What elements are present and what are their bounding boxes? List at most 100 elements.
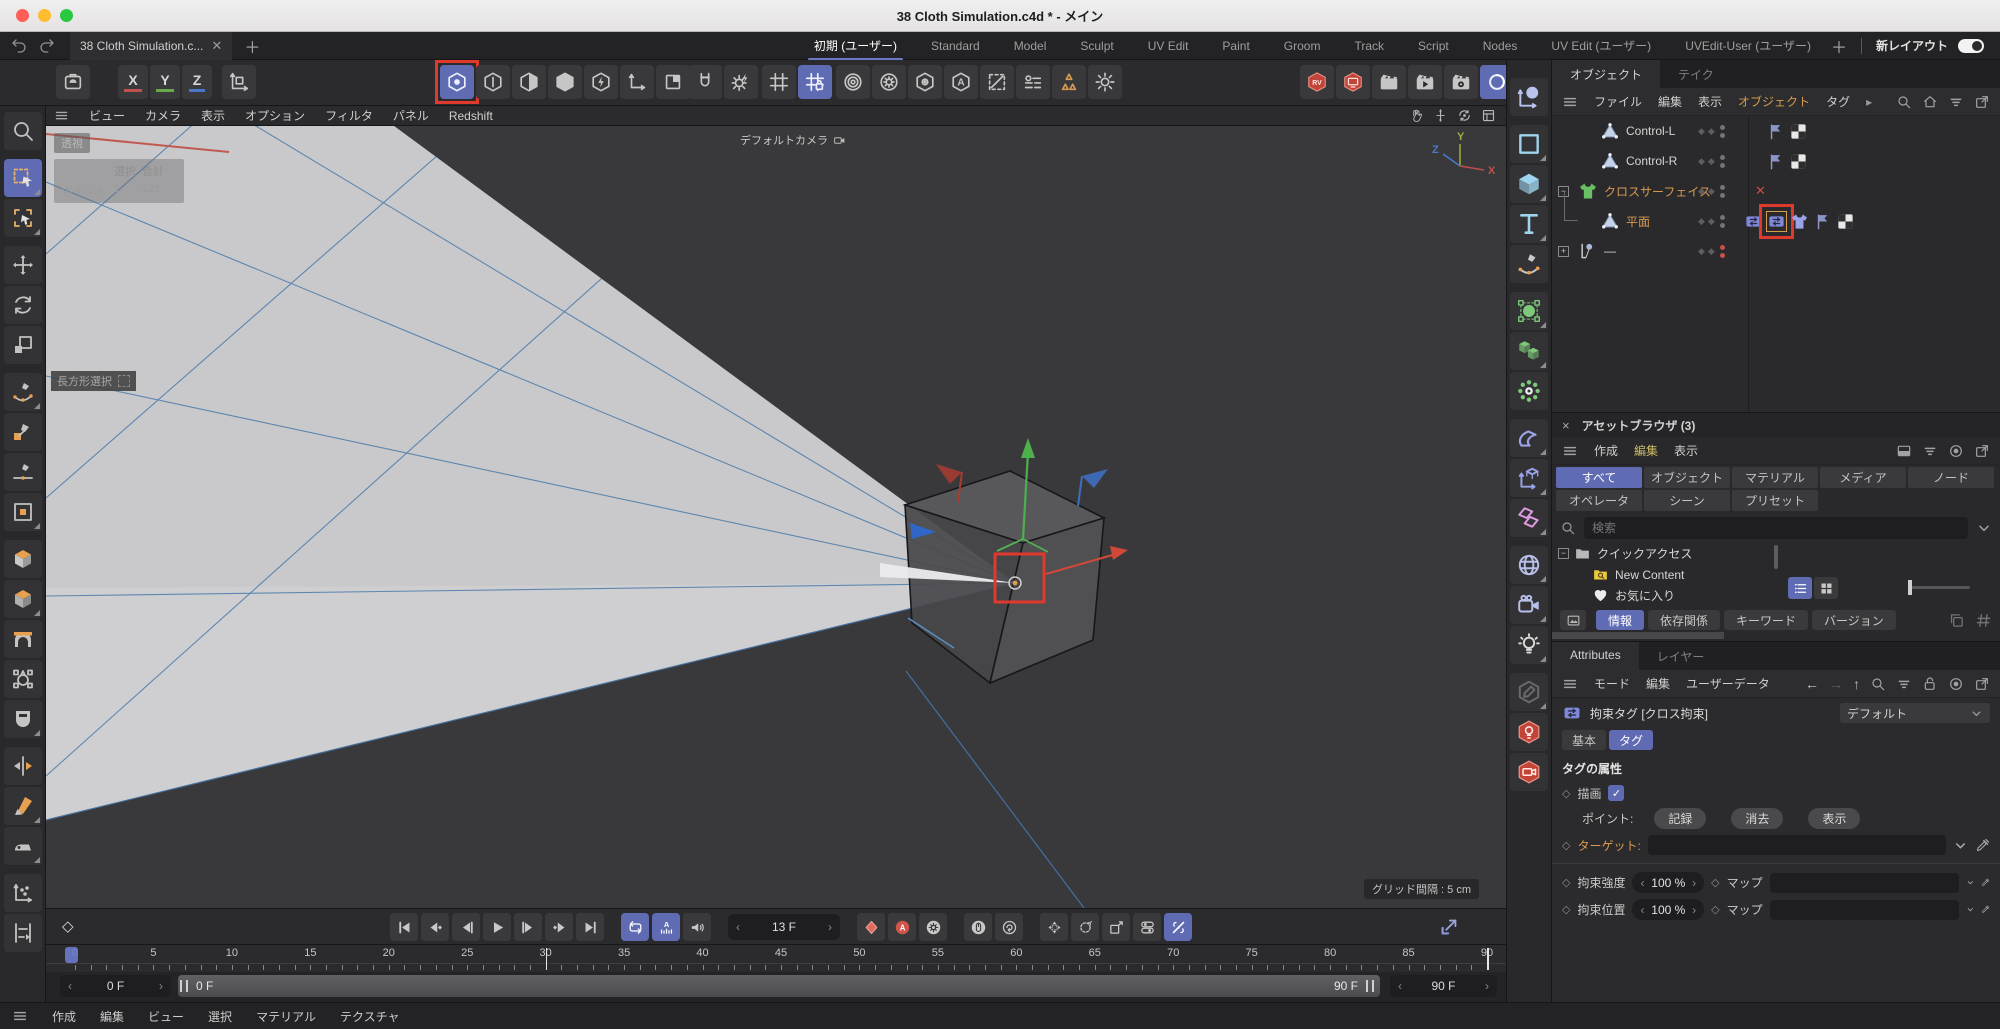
filter-tab-シーン[interactable]: シーン [1644, 490, 1730, 511]
visibility-dots[interactable]: ◆◆ [1698, 185, 1725, 198]
object-row-1[interactable]: Control-L◆◆ [1552, 116, 2000, 146]
om-menu-objects[interactable]: オブジェクト [1738, 93, 1810, 110]
show-points-button[interactable]: 表示 [1808, 808, 1860, 829]
filter-icon[interactable] [1948, 94, 1964, 110]
expander-icon[interactable]: − [1558, 548, 1569, 559]
previous-frame-button[interactable] [452, 913, 480, 941]
minimize-window-button[interactable] [38, 9, 51, 22]
add-light[interactable] [1510, 626, 1548, 664]
visibility-dots[interactable]: ◆◆ [1698, 245, 1725, 258]
thumbnail-size-slider[interactable] [1908, 586, 1970, 589]
filter-tab-オブジェクト[interactable]: オブジェクト [1644, 467, 1730, 488]
eyedropper-icon[interactable] [1981, 902, 1990, 917]
play-button[interactable] [483, 913, 511, 941]
menu-camera[interactable]: カメラ [145, 107, 181, 124]
add-sky[interactable] [1510, 546, 1548, 584]
scrollbar[interactable] [1774, 545, 1778, 569]
filter-tab-ノード[interactable]: ノード [1908, 467, 1994, 488]
chevron-down-icon[interactable] [1966, 902, 1975, 917]
polygons-mode[interactable] [512, 65, 546, 99]
visibility-dots[interactable]: ◆◆ [1698, 125, 1725, 138]
add-scene-nodes[interactable] [1510, 459, 1548, 497]
hash-icon[interactable] [1975, 612, 1992, 629]
mm-menu-select[interactable]: 選択 [208, 1008, 232, 1025]
enable-axis-mode[interactable] [620, 65, 654, 99]
move-tool[interactable] [4, 246, 42, 284]
extrude-tool[interactable] [4, 540, 42, 578]
flagtag-tag-icon[interactable] [1766, 122, 1785, 141]
tool-options[interactable] [1088, 65, 1122, 99]
edge-flow-tool[interactable] [4, 914, 42, 952]
zoom-view-icon[interactable] [1433, 108, 1448, 123]
record-position-button[interactable] [1040, 913, 1068, 941]
keyframe-selection-button[interactable] [964, 913, 992, 941]
range-start-stepper[interactable]: ‹0 F› [60, 975, 171, 997]
modeling-settings[interactable] [872, 65, 906, 99]
close-panel-icon[interactable]: × [1562, 418, 1570, 433]
subtab-タグ[interactable]: タグ [1609, 730, 1653, 750]
mm-menu-create[interactable]: 作成 [52, 1008, 76, 1025]
layout-tab-uvedit-user-[interactable]: UVEdit-User (ユーザー) [1683, 32, 1813, 59]
filter-tab-メディア[interactable]: メディア [1820, 467, 1906, 488]
popout-icon[interactable] [1974, 676, 1990, 692]
chevron-down-icon[interactable] [1976, 520, 1992, 536]
info-tab-バージョン[interactable]: バージョン [1812, 610, 1896, 630]
menu-display[interactable]: 表示 [201, 107, 225, 124]
record-target-icon[interactable] [1948, 676, 1964, 692]
rectangle-selection-tool[interactable] [4, 159, 42, 197]
asset-tree-item[interactable]: New Content [1552, 564, 1770, 585]
target-input[interactable] [1648, 835, 1946, 855]
menu-filter[interactable]: フィルタ [325, 107, 373, 124]
viewport-menu-icon[interactable] [54, 108, 69, 123]
add-text[interactable] [1510, 205, 1548, 243]
checker-tag-icon[interactable] [1836, 212, 1855, 231]
tab-オブジェクト[interactable]: オブジェクト [1552, 60, 1660, 88]
tab-レイヤー[interactable]: レイヤー [1639, 642, 1723, 670]
snap-toggle[interactable] [688, 65, 722, 99]
goto-end-button[interactable] [576, 913, 604, 941]
draw-checkbox[interactable]: ✓ [1608, 785, 1624, 801]
object-row-2[interactable]: Control-R◆◆ [1552, 146, 2000, 176]
weight-tool[interactable] [4, 660, 42, 698]
add-cube-primitive[interactable] [1510, 165, 1548, 203]
info-tab-情報[interactable]: 情報 [1596, 610, 1644, 630]
eyedropper-icon[interactable] [1975, 838, 1990, 853]
magnitude-tool[interactable] [4, 874, 42, 912]
ab-menu-edit[interactable]: 編集 [1634, 442, 1658, 459]
layout-tab-track[interactable]: Track [1352, 34, 1386, 58]
preset-dropdown[interactable]: デフォルト [1840, 703, 1990, 723]
add-volume-builder[interactable] [1510, 332, 1548, 370]
lock-x-axis[interactable]: X [118, 65, 148, 99]
attr-menu-edit[interactable]: 編集 [1646, 675, 1670, 692]
spline-pen[interactable] [1510, 245, 1548, 283]
editor-render-dots[interactable] [1720, 245, 1725, 258]
undo-icon[interactable] [10, 37, 28, 55]
mirror-tool[interactable] [4, 747, 42, 785]
edge-pen-tool[interactable] [4, 453, 42, 491]
object-row-4[interactable]: 平面◆◆ [1552, 206, 2000, 236]
record-points-button[interactable]: 記録 [1654, 808, 1706, 829]
attr-menu-mode[interactable]: モード [1594, 675, 1630, 692]
layout-tab-nodes[interactable]: Nodes [1481, 34, 1520, 58]
redshift-camera[interactable] [1510, 753, 1548, 791]
om-menu-tags[interactable]: タグ [1826, 93, 1850, 110]
home-icon[interactable] [1922, 94, 1938, 110]
layout-tab-model[interactable]: Model [1012, 34, 1049, 58]
expander-icon[interactable]: + [1558, 246, 1569, 257]
layout-tab-paint[interactable]: Paint [1220, 34, 1251, 58]
layout-tab-groom[interactable]: Groom [1282, 34, 1323, 58]
layout-tab-sculpt[interactable]: Sculpt [1078, 34, 1115, 58]
copy-icon[interactable] [1948, 612, 1965, 629]
rotate-view-icon[interactable] [1457, 108, 1472, 123]
up-icon[interactable]: ↑ [1853, 676, 1860, 692]
subtab-基本[interactable]: 基本 [1562, 730, 1606, 750]
ab-menu-create[interactable]: 作成 [1594, 442, 1618, 459]
tab-Attributes[interactable]: Attributes [1552, 642, 1639, 670]
render-queue[interactable] [1408, 65, 1442, 99]
scale-tool[interactable] [4, 326, 42, 364]
redshift-renderview[interactable]: RV [1300, 65, 1334, 99]
record-scale-button[interactable] [1102, 913, 1130, 941]
editor-render-dots[interactable] [1720, 185, 1725, 198]
next-key-button[interactable] [545, 913, 573, 941]
preview-range-slider[interactable]: 0 F 90 F [178, 975, 1380, 997]
